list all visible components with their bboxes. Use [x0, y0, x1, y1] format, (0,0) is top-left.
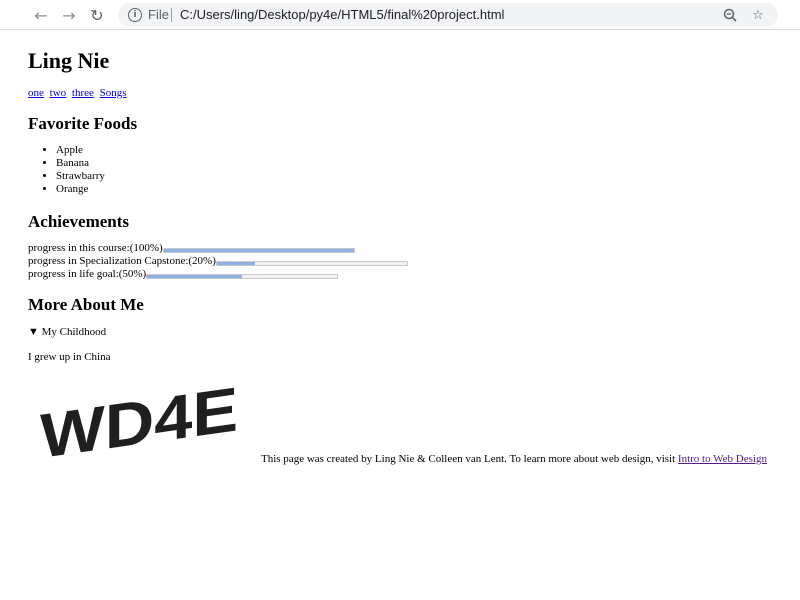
list-item: Banana — [56, 157, 778, 170]
about-heading: More About Me — [28, 295, 144, 314]
nav-link-songs[interactable]: Songs — [100, 87, 127, 99]
address-separator — [171, 8, 172, 22]
achievements-heading: Achievements — [28, 212, 130, 231]
progress-row-course: progress in this course:(100%) — [28, 242, 778, 255]
childhood-text: I grew up in China — [28, 351, 111, 363]
progress-bar-course — [162, 247, 355, 253]
forward-button[interactable]: → — [59, 5, 79, 25]
progress-label: progress in Specialization Capstone:(20%… — [28, 255, 216, 267]
foods-heading: Favorite Foods — [28, 114, 138, 133]
progress-bar-life-goal — [146, 273, 339, 279]
foods-list: Apple Banana Strawbarry Orange — [28, 144, 778, 196]
childhood-details: ▼ My Childhood I grew up in China — [28, 325, 778, 364]
nav-link-one[interactable]: one — [28, 87, 44, 99]
bookmark-button[interactable]: ☆ — [749, 6, 767, 24]
star-icon: ☆ — [752, 7, 764, 23]
childhood-summary[interactable]: ▼ My Childhood — [28, 325, 778, 339]
reload-button[interactable]: ↻ — [87, 5, 107, 25]
reload-icon: ↻ — [90, 5, 104, 25]
list-item: Orange — [56, 183, 778, 196]
progress-label: progress in life goal:(50%) — [28, 268, 147, 280]
page-content: Ling Nie one two three Songs Favorite Fo… — [28, 30, 778, 466]
footer: WD4E This page was created by Ling Nie &… — [28, 376, 778, 466]
info-icon[interactable]: i — [128, 8, 142, 22]
nav-link-two[interactable]: two — [50, 87, 67, 99]
page-title: Ling Nie — [28, 48, 110, 73]
achievements-list: progress in this course:(100%) progress … — [28, 242, 778, 281]
back-button[interactable]: ← — [31, 5, 51, 25]
nav-links: one two three Songs — [28, 86, 778, 100]
progress-fill — [147, 274, 243, 278]
list-item: Strawbarry — [56, 170, 778, 183]
footer-message: This page was created by Ling Nie & Coll… — [261, 453, 678, 465]
browser-toolbar: ← → ↻ i File C:/Users/ling/Desktop/py4e/… — [0, 0, 800, 30]
arrow-left-icon: ← — [34, 5, 48, 25]
wd4e-logo: WD4E — [40, 376, 238, 466]
intro-web-design-link[interactable]: Intro to Web Design — [678, 453, 767, 465]
progress-fill — [163, 248, 354, 252]
zoom-out-button[interactable] — [721, 6, 739, 24]
progress-row-capstone: progress in Specialization Capstone:(20%… — [28, 255, 778, 268]
progress-row-life-goal: progress in life goal:(50%) — [28, 268, 778, 281]
url-text[interactable]: C:/Users/ling/Desktop/py4e/HTML5/final%2… — [180, 7, 504, 22]
zoom-out-icon — [723, 8, 737, 22]
progress-bar-capstone — [215, 260, 408, 266]
footer-text: This page was created by Ling Nie & Coll… — [261, 452, 767, 466]
scheme-label: File — [148, 7, 169, 22]
arrow-right-icon: → — [62, 5, 76, 25]
list-item: Apple — [56, 144, 778, 157]
logo-text: WD4E — [40, 376, 238, 466]
progress-label: progress in this course:(100%) — [28, 242, 163, 254]
progress-fill — [216, 261, 255, 265]
nav-link-three[interactable]: three — [72, 87, 94, 99]
address-bar[interactable]: i File C:/Users/ling/Desktop/py4e/HTML5/… — [118, 3, 778, 27]
